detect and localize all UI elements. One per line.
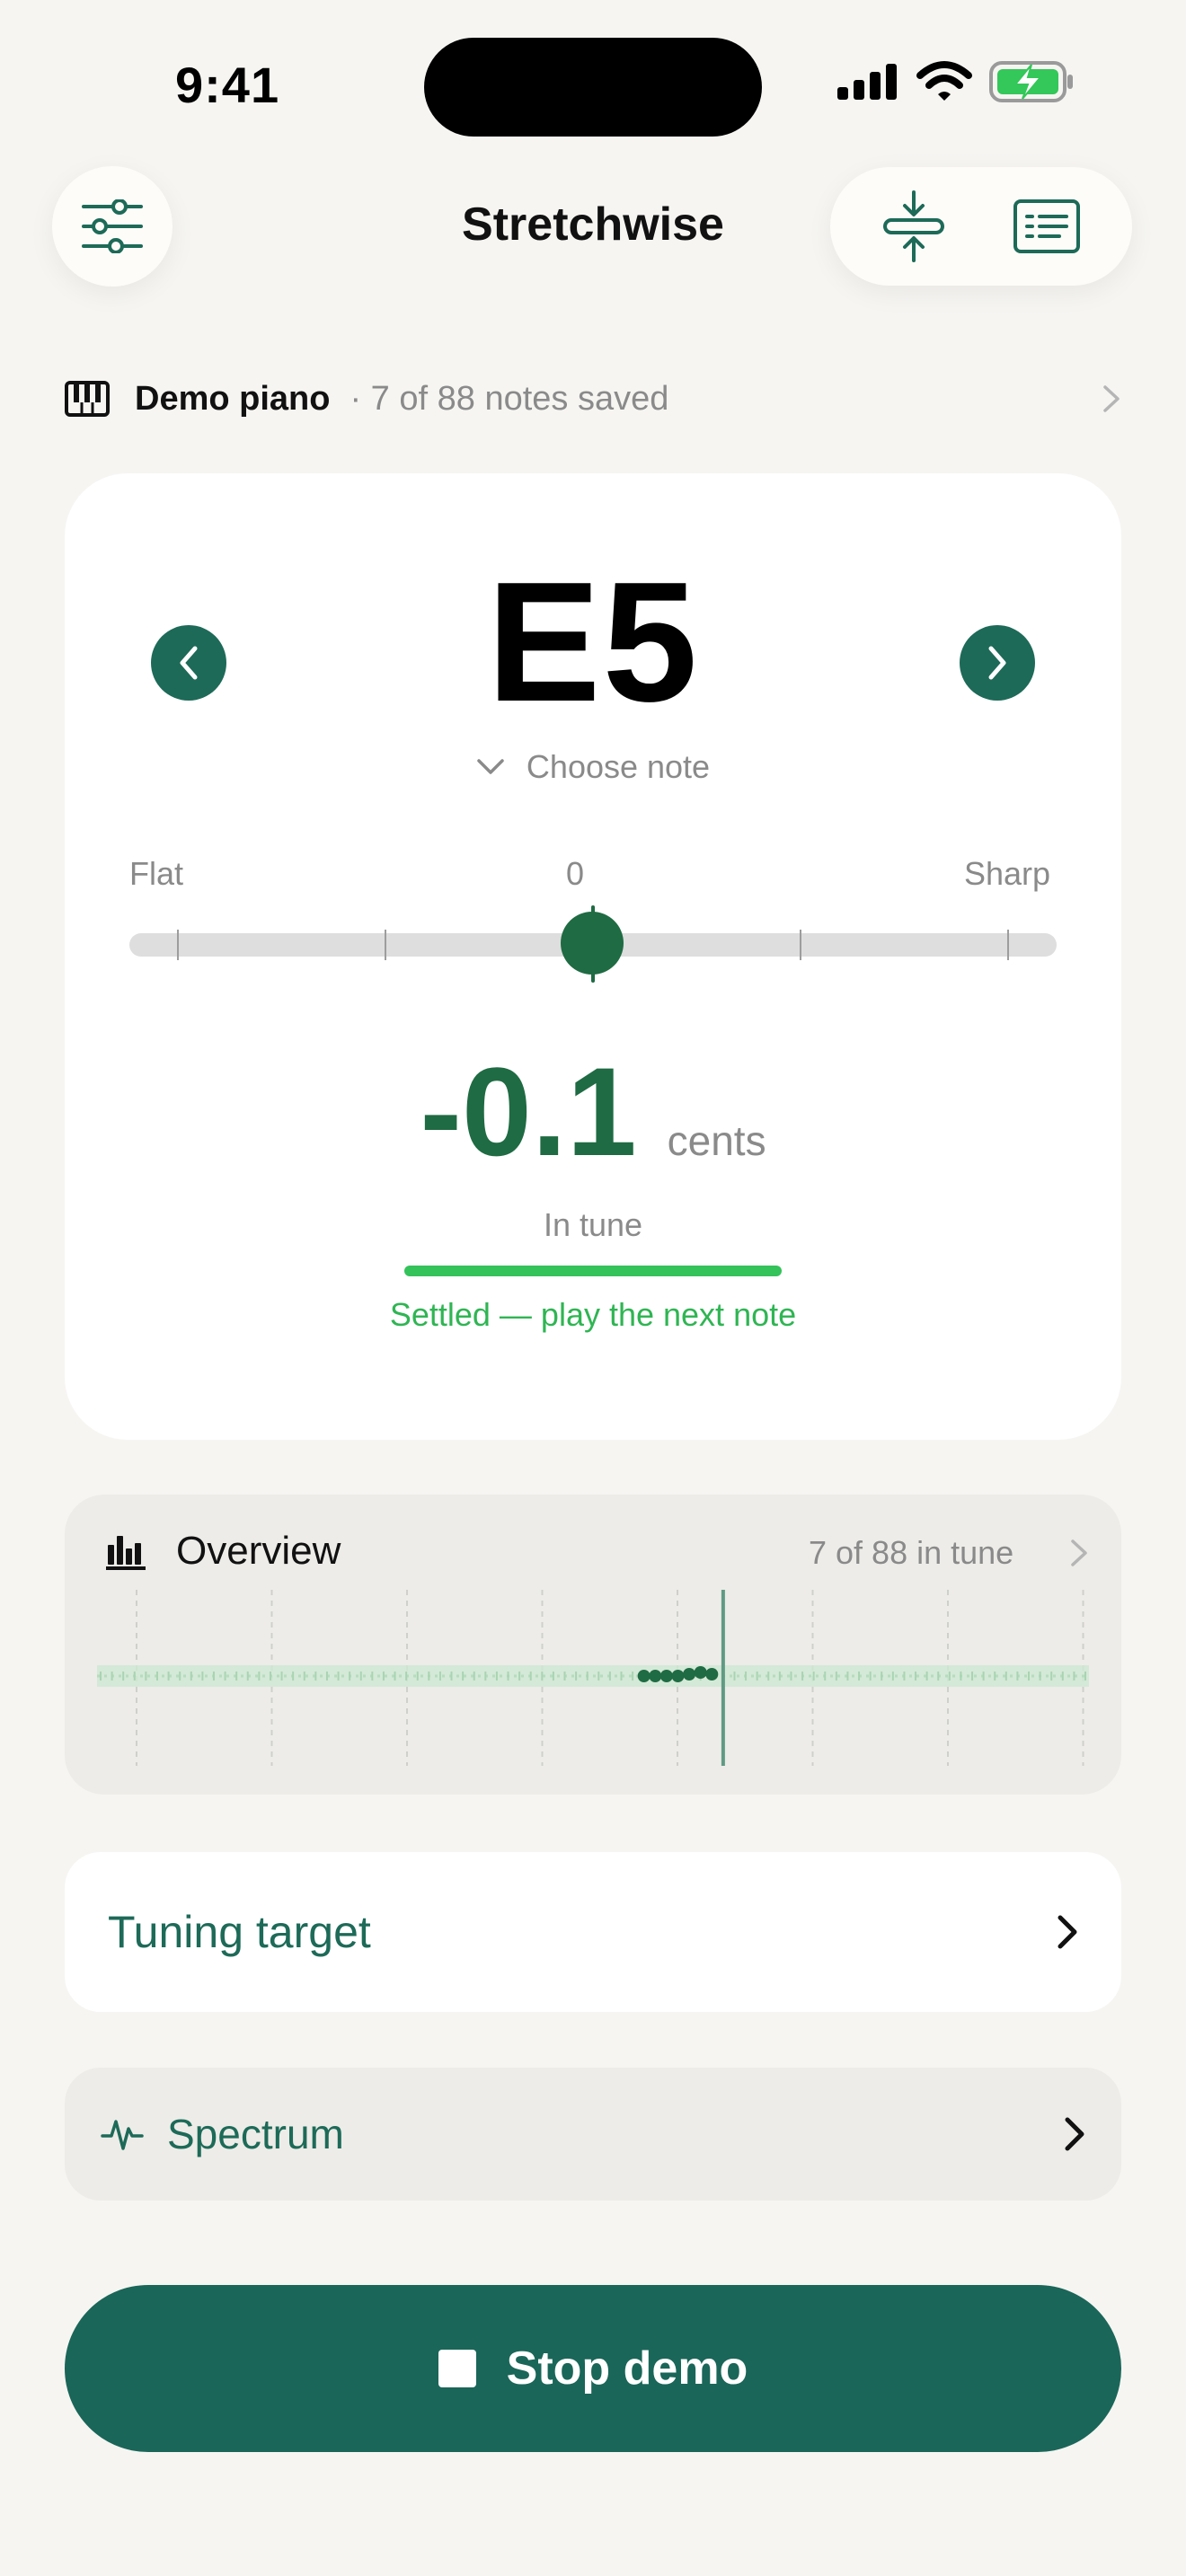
status-time: 9:41 (175, 57, 280, 113)
cents-readout: -0.1 cents (0, 1049, 1186, 1175)
overview-count: 7 of 88 in tune (809, 1534, 1014, 1571)
waveform-icon (101, 2120, 144, 2150)
list-panel-icon (1013, 199, 1080, 253)
spectrum-label: Spectrum (167, 2111, 344, 2157)
tuning-status: In tune (543, 1206, 643, 1243)
notes-saved: · 7 of 88 notes saved (350, 379, 669, 418)
overview-note-strip (97, 1590, 1089, 1766)
choose-note-button[interactable]: Choose note (0, 748, 1186, 786)
piano-selector[interactable]: Demo piano · 7 of 88 notes saved (65, 375, 1121, 422)
signal-icon (837, 64, 897, 100)
battery-charging-icon (989, 61, 1073, 102)
tuning-target-label: Tuning target (108, 1907, 371, 1957)
piano-name: Demo piano (135, 379, 331, 418)
piano-keys-icon (65, 381, 110, 417)
overview-tuned-note (694, 1666, 707, 1679)
settled-hint: Settled — play the next note (389, 1296, 797, 1333)
choose-note-label: Choose note (526, 748, 711, 785)
tuning-target-row[interactable]: Tuning target (65, 1852, 1121, 2012)
flat-label: Flat (129, 855, 184, 892)
current-note: E5 (486, 547, 700, 737)
status-icons (836, 59, 1075, 104)
cents-meter-indicator (560, 912, 624, 975)
meter-tick (800, 930, 801, 960)
compress-vertical-icon (883, 190, 944, 262)
chevron-right-icon (1065, 2117, 1084, 2151)
settle-progress-bar (404, 1266, 782, 1276)
cents-value: -0.1 (420, 1041, 637, 1182)
stop-demo-button[interactable]: Stop demo (65, 2285, 1121, 2452)
overview-tuned-note (637, 1670, 651, 1682)
meter-tick (385, 930, 386, 960)
center-label: 0 (566, 855, 585, 892)
overview-title: Overview (176, 1529, 341, 1573)
overview-tuned-note (671, 1670, 685, 1682)
overview-tuned-note (649, 1670, 662, 1682)
meter-tick (1007, 930, 1009, 960)
stop-icon (438, 2350, 476, 2387)
toolbar-pill (830, 167, 1132, 286)
stop-demo-label: Stop demo (506, 2342, 748, 2395)
meter-tick (177, 930, 179, 960)
overview-tuned-note (683, 1668, 696, 1681)
overview-tuned-note (659, 1670, 673, 1682)
compress-button[interactable] (881, 190, 946, 262)
spectrum-row[interactable]: Spectrum (65, 2068, 1121, 2201)
chevron-right-icon (1103, 385, 1120, 412)
bar-chart-icon (106, 1536, 146, 1570)
chevron-right-icon (1058, 1915, 1077, 1949)
wifi-icon (916, 61, 972, 101)
overview-tuned-note (705, 1668, 719, 1681)
list-button[interactable] (1013, 198, 1081, 254)
sharp-label: Sharp (964, 855, 1051, 892)
dynamic-island (424, 38, 762, 137)
chevron-right-icon (1071, 1539, 1087, 1566)
cents-unit: cents (667, 1117, 766, 1164)
chevron-down-icon (477, 759, 504, 774)
